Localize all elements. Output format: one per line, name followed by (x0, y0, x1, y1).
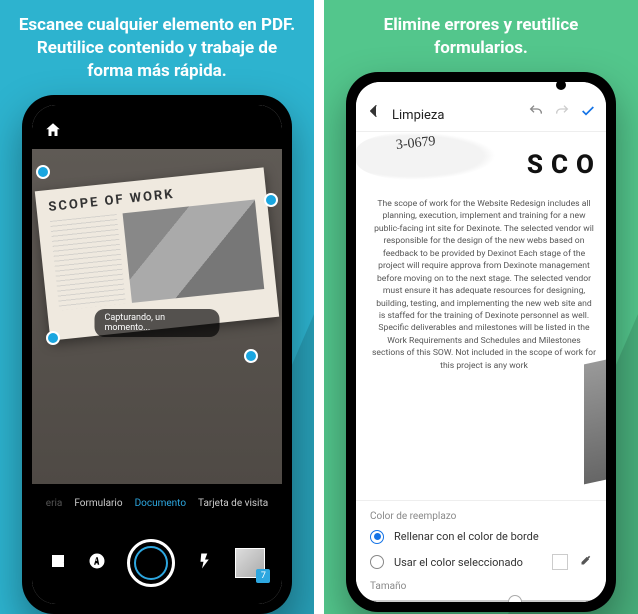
option-section-title: Color de reemplazo (370, 511, 592, 522)
phone-mock-left: SCOPE OF WORK Capturando, un momento... … (22, 95, 292, 614)
option-use-color-label: Usar el color seleccionado (394, 556, 523, 569)
phone-notch (92, 95, 222, 115)
camera-controls: 7 (32, 522, 282, 604)
radio-use-color[interactable] (370, 555, 384, 569)
last-scan-thumbnail[interactable]: 7 (235, 548, 265, 578)
headline-right: Elimine errores y reutilice formularios. (334, 14, 628, 60)
capture-toast: Capturando, un momento... (95, 309, 220, 337)
option-fill-border-label: Rellenar con el color de borde (394, 530, 539, 543)
crop-handle-bl[interactable] (46, 331, 60, 345)
heading-fragment: SCO (527, 150, 602, 180)
auto-capture-icon[interactable] (88, 552, 106, 574)
radio-fill-border[interactable] (370, 530, 384, 544)
undo-icon[interactable] (528, 103, 544, 123)
gallery-icon[interactable] (49, 552, 67, 574)
mode-gallery[interactable]: eria (46, 498, 63, 509)
home-icon[interactable] (44, 121, 62, 143)
redo-icon[interactable] (554, 103, 570, 123)
cleanup-options: Color de reemplazo Rellenar con el color… (356, 500, 606, 602)
camera-viewfinder[interactable]: SCOPE OF WORK Capturando, un momento... (32, 149, 282, 484)
size-slider[interactable] (370, 600, 592, 602)
color-swatch[interactable] (552, 554, 568, 570)
crop-handle-tl[interactable] (36, 165, 50, 179)
doc-image-col (122, 199, 264, 302)
option-fill-border[interactable]: Rellenar con el color de borde (370, 530, 592, 544)
body-paragraph: The scope of work for the Website Redesi… (372, 198, 596, 372)
screen-cleanup: Limpieza 3-0679 SCO The scope of work fo… (356, 82, 606, 602)
promo-panel-scan: Escanee cualquier elemento en PDF. Reuti… (0, 0, 314, 614)
mode-business-card[interactable]: Tarjeta de visita (198, 498, 268, 509)
crop-handle-tr[interactable] (264, 193, 278, 207)
mode-form[interactable]: Formulario (74, 498, 122, 509)
headline-left: Escanee cualquier elemento en PDF. Reuti… (10, 14, 304, 83)
mode-document[interactable]: Documento (135, 498, 186, 509)
size-label: Tamaño (370, 581, 592, 592)
doc-body (50, 199, 264, 310)
document-canvas[interactable]: 3-0679 SCO The scope of work for the Web… (356, 132, 606, 500)
screen-title: Limpieza (392, 108, 444, 123)
option-use-color[interactable]: Usar el color seleccionado (370, 554, 592, 571)
photo-strip (584, 360, 606, 485)
promo-panel-cleanup: Elimine errores y reutilice formularios.… (324, 0, 638, 614)
done-icon[interactable] (580, 103, 596, 123)
screen-scan: SCOPE OF WORK Capturando, un momento... … (32, 105, 282, 604)
phone-camera-hole (556, 80, 566, 90)
shutter-button[interactable] (127, 539, 175, 587)
flash-icon[interactable] (196, 552, 214, 574)
cleanup-topbar: Limpieza (356, 82, 606, 132)
doc-text-col (50, 214, 126, 310)
eyedropper-icon[interactable] (578, 554, 592, 571)
phone-mock-right: Limpieza 3-0679 SCO The scope of work fo… (346, 72, 616, 612)
crop-handle-br[interactable] (244, 349, 258, 363)
capture-modes: eria Formulario Documento Tarjeta de vis… (32, 484, 282, 522)
scan-count-badge: 7 (256, 569, 270, 583)
back-icon[interactable] (366, 103, 382, 123)
